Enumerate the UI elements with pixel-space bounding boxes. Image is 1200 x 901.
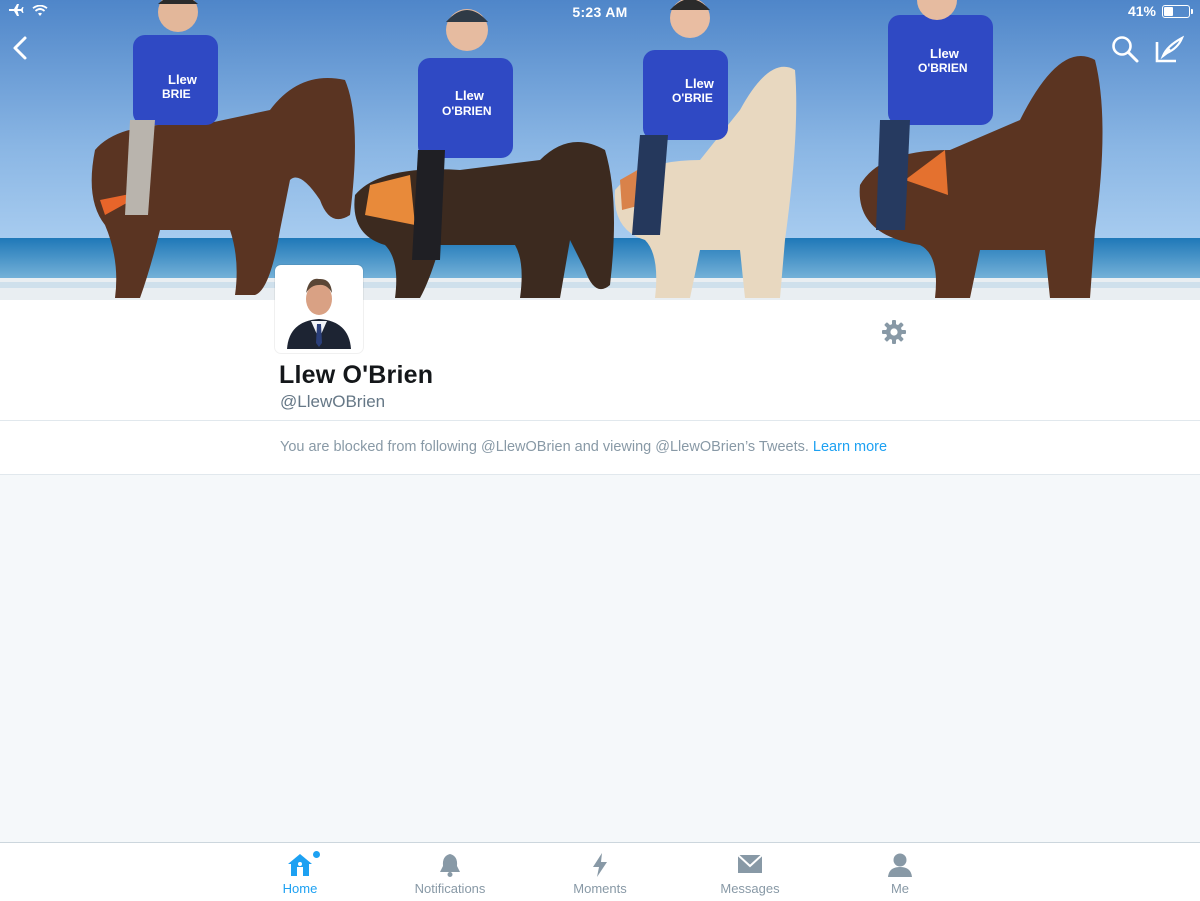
profile-card xyxy=(0,300,1200,421)
header-photo: Llew BRIE Llew O'BRIEN Llew O'BRIE Llew … xyxy=(0,0,1200,300)
tab-me[interactable]: Me xyxy=(830,843,970,901)
svg-text:O'BRIEN: O'BRIEN xyxy=(918,61,968,75)
search-icon[interactable] xyxy=(1110,34,1140,64)
tab-home-label: Home xyxy=(282,881,318,896)
blocked-message: You are blocked from following @LlewOBri… xyxy=(280,439,809,455)
avatar[interactable] xyxy=(275,265,363,353)
svg-text:BRIE: BRIE xyxy=(162,87,191,101)
home-icon xyxy=(285,852,315,883)
tab-bar: Home Notifications Moments Messages Me xyxy=(0,842,1200,901)
battery-fill xyxy=(1164,6,1173,16)
tab-messages[interactable]: Messages xyxy=(680,843,820,901)
back-arrow-icon[interactable] xyxy=(6,32,34,64)
tab-moments[interactable]: Moments xyxy=(530,843,670,901)
beach-horses-image: Llew BRIE Llew O'BRIEN Llew O'BRIE Llew … xyxy=(0,0,1200,300)
tab-messages-label: Messages xyxy=(720,881,780,896)
tab-moments-label: Moments xyxy=(573,881,627,896)
battery-icon xyxy=(1162,4,1193,18)
svg-text:Llew: Llew xyxy=(930,46,960,61)
blocked-notice: You are blocked from following @LlewOBri… xyxy=(0,421,1200,475)
new-activity-dot xyxy=(313,851,320,858)
svg-text:Llew: Llew xyxy=(168,72,198,87)
svg-text:O'BRIEN: O'BRIEN xyxy=(442,104,492,118)
tab-me-label: Me xyxy=(890,881,910,896)
envelope-icon xyxy=(736,852,764,881)
tab-home[interactable]: Home xyxy=(230,843,370,901)
tab-notifications[interactable]: Notifications xyxy=(380,843,520,901)
learn-more-link[interactable]: Learn more xyxy=(813,439,887,455)
profile-display-name: Llew O'Brien xyxy=(279,361,434,389)
status-bar: 5:23 AM 41% xyxy=(0,0,1200,24)
battery-percent: 41% xyxy=(1127,3,1156,19)
bell-icon xyxy=(437,852,463,883)
gear-icon[interactable] xyxy=(880,318,908,346)
svg-text:Llew: Llew xyxy=(455,88,485,103)
profile-handle: @LlewOBrien xyxy=(280,392,386,411)
status-time: 5:23 AM xyxy=(572,4,628,20)
lightning-icon xyxy=(590,852,610,883)
person-icon xyxy=(887,852,913,883)
compose-icon[interactable] xyxy=(1154,34,1186,64)
svg-text:O'BRIE: O'BRIE xyxy=(672,91,713,105)
tab-notifications-label: Notifications xyxy=(414,881,486,896)
svg-text:Llew: Llew xyxy=(685,76,715,91)
